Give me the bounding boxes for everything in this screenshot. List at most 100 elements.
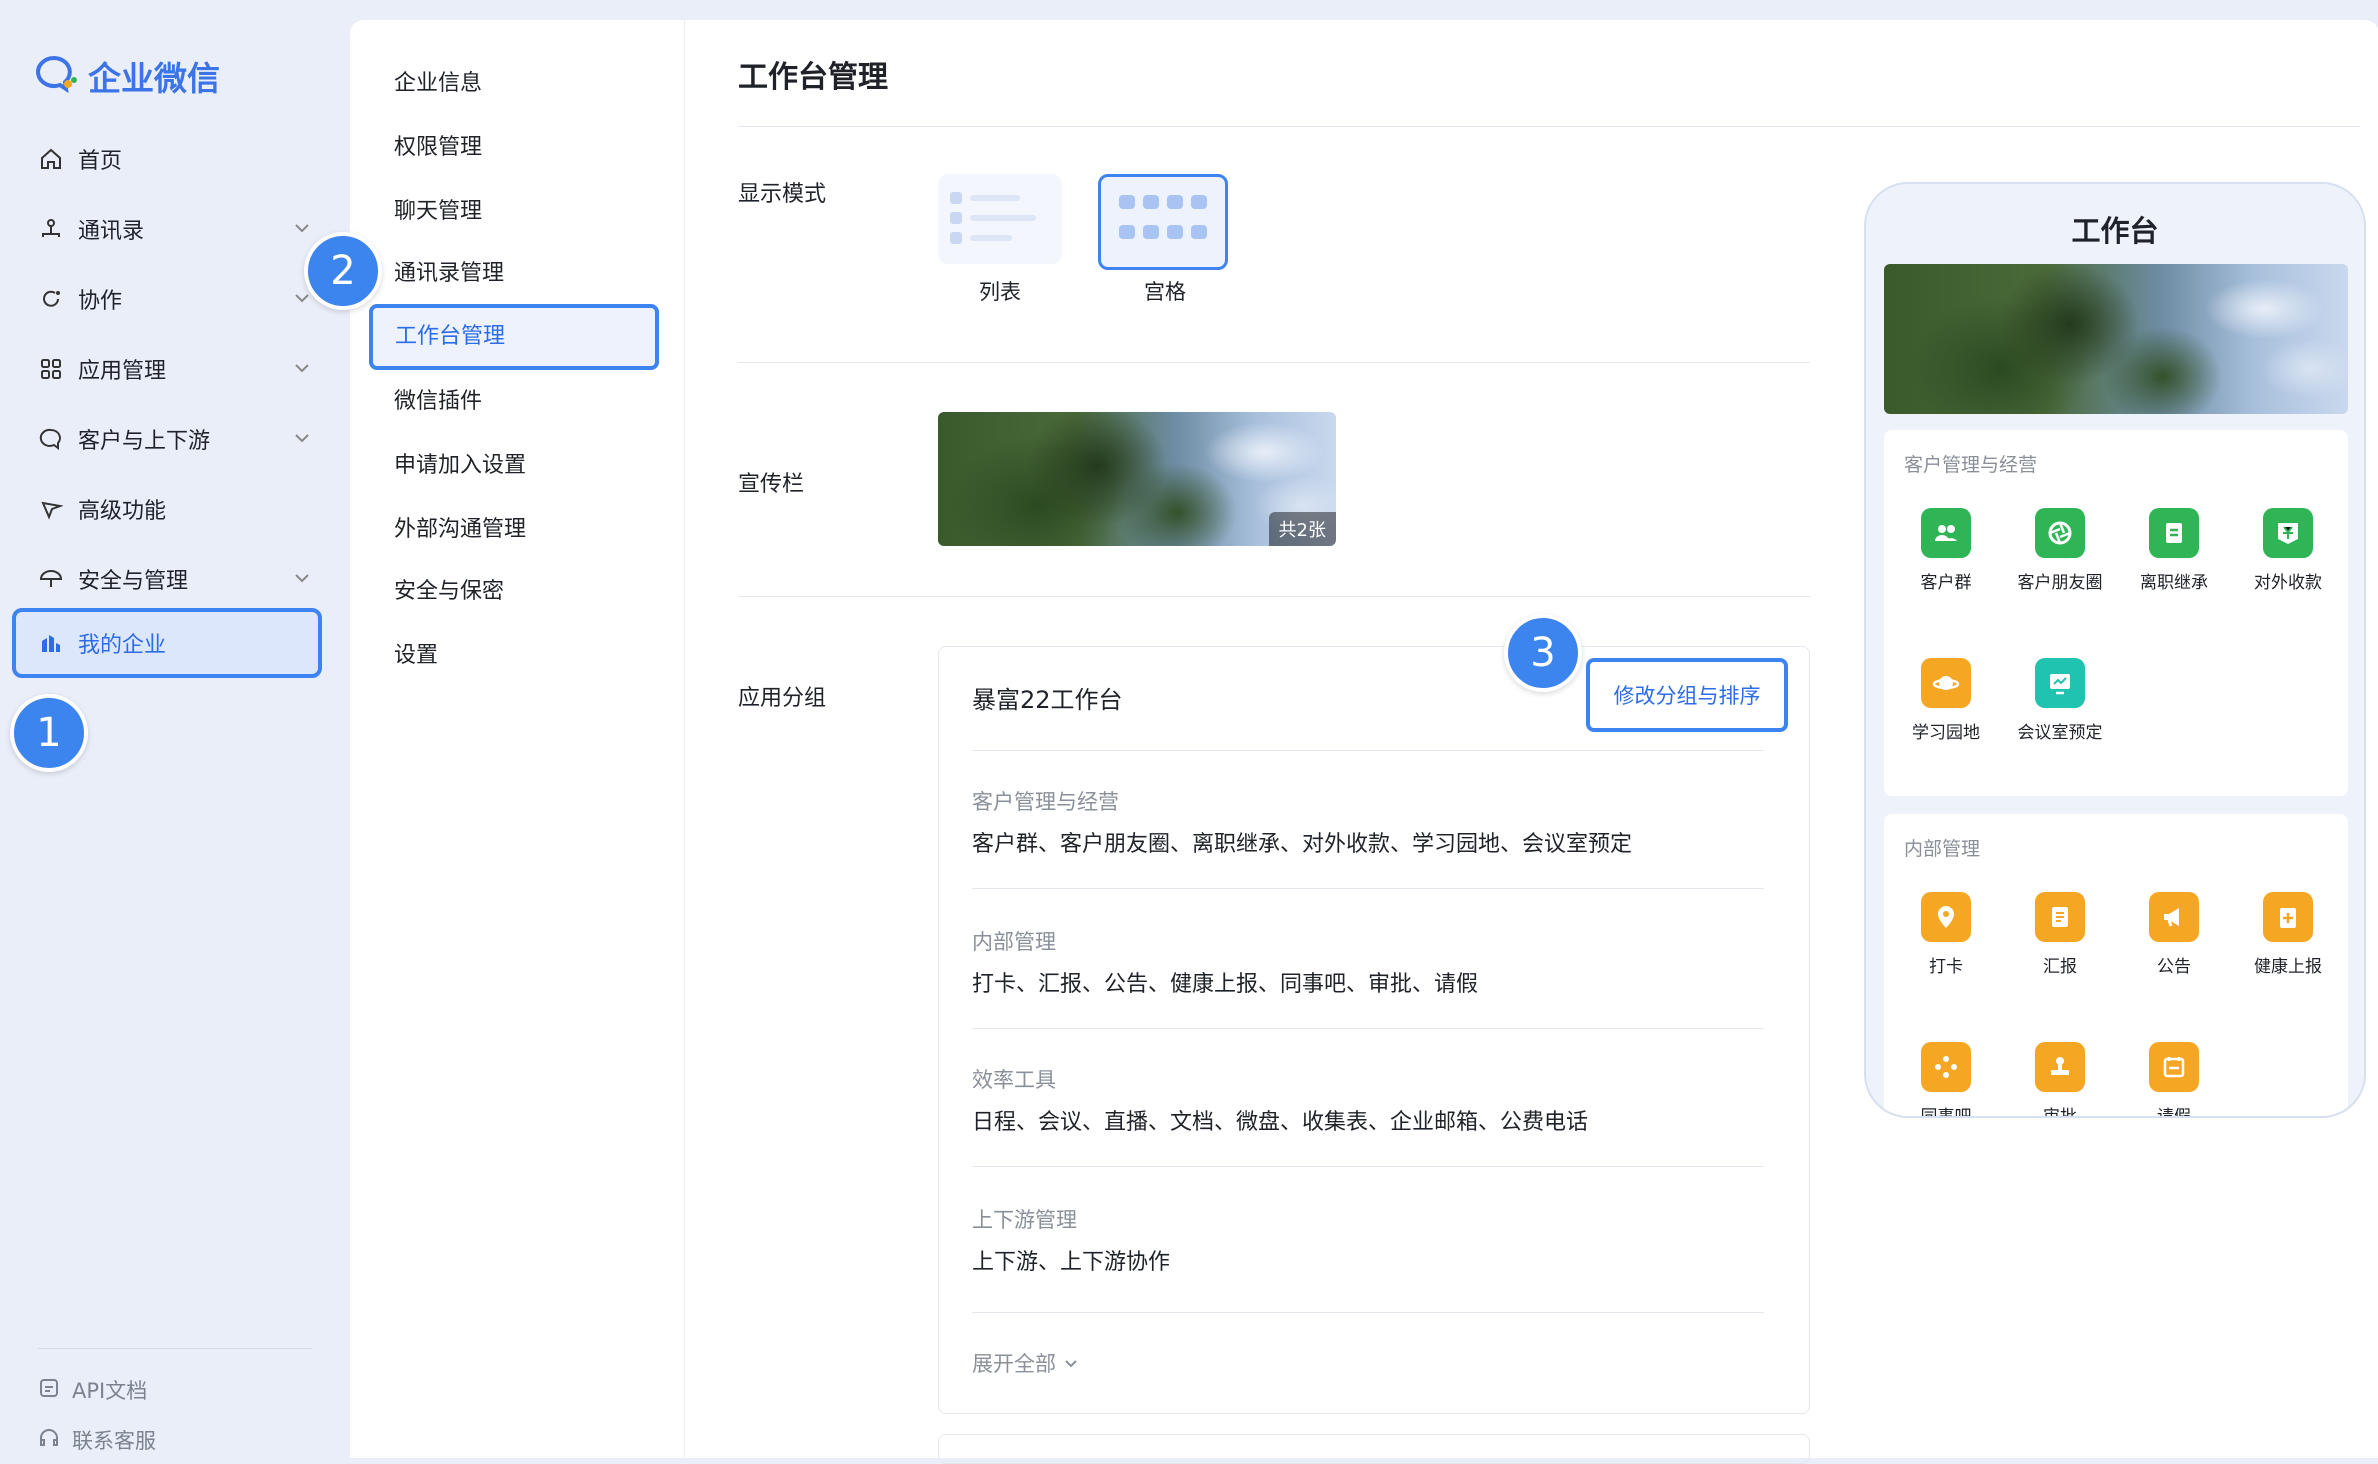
list-mode-label: 列表 (979, 280, 1021, 304)
phone-app: 离职继承 (2118, 508, 2230, 593)
bottom-link-label: 联系客服 (72, 1429, 156, 1453)
planet-icon (1921, 658, 1971, 708)
calendar-leave-icon (2149, 1042, 2199, 1092)
brand-logo-icon (34, 54, 78, 98)
bottom-link-label: API文档 (72, 1379, 148, 1403)
phone-app-name: 客户朋友圈 (2017, 573, 2103, 593)
phone-app: 打卡 (1890, 892, 2002, 977)
nav-label: 首页 (78, 149, 123, 174)
nav-item-contacts[interactable]: 通讯录 (12, 194, 322, 264)
group-name: 上下游管理 (972, 1208, 1077, 1232)
org-chart-icon (38, 216, 64, 242)
card-divider (972, 1312, 1764, 1313)
nav-label: 协作 (78, 289, 123, 314)
phone-app: 汇报 (2004, 892, 2116, 977)
nav-label: 高级功能 (78, 499, 167, 524)
nav-item-security[interactable]: 安全与管理 (12, 544, 322, 614)
nav-item-collab[interactable]: 协作 (12, 264, 322, 334)
group-apps: 打卡、汇报、公告、健康上报、同事吧、审批、请假 (972, 972, 1479, 997)
phone-app: 同事吧 (1890, 1042, 2002, 1116)
phone-app-name: 会议室预定 (2017, 723, 2103, 743)
sparkle-icon (38, 496, 64, 522)
expand-all-link[interactable]: 展开全部 (972, 1348, 1079, 1378)
meeting-room-icon (2035, 658, 2085, 708)
phone-app-name: 公告 (2157, 957, 2191, 977)
health-report-icon (2263, 892, 2313, 942)
workbench-name: 暴富22工作台 (972, 686, 1123, 714)
report-icon (2035, 892, 2085, 942)
submenu-item[interactable]: 外部沟通管理 (394, 510, 526, 550)
customer-group-icon (1921, 508, 1971, 558)
card-divider (972, 888, 1764, 889)
chevron-down-icon (292, 358, 312, 384)
submenu-item[interactable]: 聊天管理 (394, 192, 482, 232)
section-divider (738, 596, 1810, 597)
phone-app-name: 汇报 (2043, 957, 2077, 977)
nav-label: 我的企业 (78, 633, 167, 658)
group-name: 客户管理与经营 (972, 790, 1119, 814)
app-group-label: 应用分组 (738, 686, 827, 711)
phone-app-name: 对外收款 (2254, 573, 2322, 593)
card-divider (972, 750, 1764, 751)
phone-app-name: 健康上报 (2254, 957, 2322, 977)
chevron-down-icon (292, 568, 312, 594)
chevron-down-icon (1063, 1352, 1079, 1376)
api-doc-icon (38, 1377, 60, 1404)
grid-layout-icon (1119, 195, 1207, 239)
submenu-item[interactable]: 申请加入设置 (394, 446, 526, 486)
list-mode-option[interactable] (938, 174, 1062, 264)
umbrella-icon (38, 566, 64, 592)
brand-name: 企业微信 (88, 59, 220, 98)
page-title: 工作台管理 (738, 60, 888, 95)
submenu-item[interactable]: 微信插件 (394, 382, 482, 422)
nav-item-app-management[interactable]: 应用管理 (12, 334, 322, 404)
headset-icon (38, 1427, 60, 1454)
phone-app-name: 审批 (2043, 1107, 2077, 1118)
nav-item-home[interactable]: 首页 (12, 124, 322, 194)
nav-item-customers[interactable]: 客户与上下游 (12, 404, 322, 474)
phone-app: 会议室预定 (2004, 658, 2116, 743)
grid-mode-option[interactable] (1098, 174, 1228, 270)
submenu-item-active[interactable]: 工作台管理 (369, 304, 659, 370)
group-apps: 客户群、客户朋友圈、离职继承、对外收款、学习园地、会议室预定 (972, 832, 1633, 857)
nav-item-my-company[interactable]: 我的企业 (12, 608, 322, 678)
phone-app: 健康上报 (2232, 892, 2344, 977)
approval-stamp-icon (2035, 1042, 2085, 1092)
customer-service-link[interactable]: 联系客服 (38, 1425, 156, 1455)
collab-icon (38, 286, 64, 312)
nav-label: 客户与上下游 (78, 429, 211, 454)
api-doc-link[interactable]: API文档 (38, 1375, 147, 1405)
submenu-item[interactable]: 安全与保密 (394, 572, 504, 612)
chevron-down-icon (292, 288, 312, 314)
transfer-icon (2149, 508, 2199, 558)
submenu-item[interactable]: 设置 (394, 636, 438, 676)
phone-group-card: 内部管理 打卡 汇报 公告 健康上报 同事吧 审批 请假 (1884, 814, 2348, 1118)
phone-group-name: 客户管理与经营 (1904, 454, 2038, 476)
chat-bubble-icon (38, 426, 64, 452)
banner-count-badge: 共2张 (1268, 512, 1336, 546)
nav-label: 通讯录 (78, 219, 145, 244)
submenu-item[interactable]: 企业信息 (394, 64, 482, 104)
phone-app-name: 打卡 (1929, 957, 1963, 977)
nav-divider (38, 1348, 312, 1349)
phone-preview: 工作台 客户管理与经营 客户群 客户朋友圈 离职继承 对外收款 学习园地 会议室… (1864, 182, 2366, 1118)
chevron-down-icon (292, 218, 312, 244)
submenu-item[interactable]: 通讯录管理 (394, 254, 504, 294)
expand-all-label: 展开全部 (972, 1352, 1056, 1376)
phone-banner-image (1884, 264, 2348, 414)
submenu-panel (350, 20, 684, 1458)
nav-label: 安全与管理 (78, 569, 189, 594)
nav-label: 应用管理 (78, 359, 167, 384)
next-card-edge (938, 1434, 1810, 1464)
card-divider (972, 1166, 1764, 1167)
edit-group-sort-button[interactable]: 修改分组与排序 (1586, 658, 1788, 732)
display-mode-label: 显示模式 (738, 182, 827, 207)
phone-app: 请假 (2118, 1042, 2230, 1116)
phone-group-card: 客户管理与经营 客户群 客户朋友圈 离职继承 对外收款 学习园地 会议室预定 (1884, 430, 2348, 796)
phone-app: 审批 (2004, 1042, 2116, 1118)
company-icon (38, 630, 64, 656)
nav-item-advanced[interactable]: 高级功能 (12, 474, 322, 544)
banner-image[interactable]: 共2张 (938, 412, 1336, 546)
submenu-item[interactable]: 权限管理 (394, 128, 482, 168)
brand-logo[interactable]: 企业微信 (34, 50, 220, 102)
